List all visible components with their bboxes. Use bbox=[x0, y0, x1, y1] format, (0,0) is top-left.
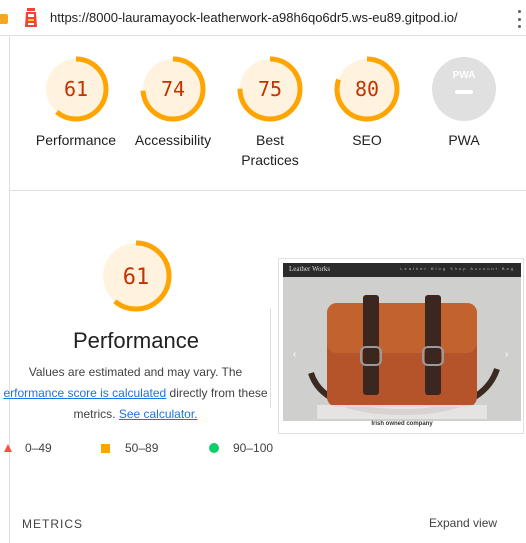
gauge-label: SEO bbox=[352, 132, 382, 148]
square-icon bbox=[101, 444, 110, 453]
pwa-badge-text: PWA bbox=[453, 70, 476, 81]
gauge-ring: 61 bbox=[43, 56, 109, 122]
svg-text:›: › bbox=[505, 349, 508, 360]
svg-text:‹: ‹ bbox=[293, 349, 296, 360]
desc-line1: Values are estimated and may vary. The bbox=[28, 365, 243, 379]
gauge-ring: 74 bbox=[140, 56, 206, 122]
legend-average-label: 50–89 bbox=[125, 441, 159, 455]
thumbnail-navbar: Leather Works Leather Blog Shop Account … bbox=[283, 263, 521, 277]
see-calculator-link[interactable]: See calculator. bbox=[119, 407, 198, 421]
gauge-label-line1: Best bbox=[255, 132, 284, 148]
expand-view-button[interactable]: Expand view bbox=[429, 516, 497, 530]
url-text[interactable]: https://8000-lauramayock-leatherwork-a98… bbox=[50, 10, 458, 25]
score-calculated-link[interactable]: erformance score is calculated bbox=[3, 386, 166, 400]
page-screenshot-thumbnail[interactable]: Leather Works Leather Blog Shop Account … bbox=[278, 258, 524, 434]
performance-description: Values are estimated and may vary. The e… bbox=[0, 362, 271, 425]
gauge-accessibility[interactable]: 74 Accessibility bbox=[128, 56, 218, 150]
gauge-label-line2: Practices bbox=[241, 152, 299, 168]
section-divider bbox=[10, 190, 526, 191]
gauge-score: 75 bbox=[258, 77, 282, 101]
metrics-heading: METRICS bbox=[22, 517, 83, 531]
gauge-seo[interactable]: 80 SEO bbox=[322, 56, 412, 150]
performance-title: Performance bbox=[73, 328, 199, 353]
thumbnail-brand: Leather Works bbox=[289, 265, 331, 273]
leather-bag-image: ‹ › bbox=[283, 277, 521, 421]
legend-fail-label: 0–49 bbox=[25, 441, 52, 455]
performance-score: 61 bbox=[123, 265, 150, 290]
legend-pass-label: 90–100 bbox=[233, 441, 274, 455]
gauge-score: 61 bbox=[64, 77, 88, 101]
thumbnail-caption: Irish owned company bbox=[371, 421, 433, 427]
thumbnail-nav-links: Leather Blog Shop Account Bag bbox=[400, 266, 515, 271]
bag-illustration: ‹ › bbox=[283, 277, 521, 421]
gauge-label: PWA bbox=[448, 132, 480, 148]
gauge-score: 74 bbox=[161, 77, 185, 101]
gauge-pwa[interactable]: PWA PWA bbox=[419, 56, 509, 150]
tab-sliver bbox=[0, 14, 8, 24]
gauge-ring: 80 bbox=[334, 56, 400, 122]
desc-line3: metrics. bbox=[73, 407, 119, 421]
performance-gauge-large: 61 bbox=[100, 240, 172, 312]
more-options-icon[interactable] bbox=[514, 10, 524, 28]
url-bar: https://8000-lauramayock-leatherwork-a98… bbox=[0, 0, 526, 36]
lighthouse-icon bbox=[25, 8, 37, 27]
gauge-label: Best Practices bbox=[225, 130, 315, 170]
gauge-best-practices[interactable]: 75 Best Practices bbox=[225, 56, 315, 170]
triangle-icon bbox=[4, 444, 12, 452]
circle-icon bbox=[209, 443, 219, 453]
gauge-label: Accessibility bbox=[134, 132, 212, 148]
gauge-ring: 75 bbox=[237, 56, 303, 122]
gauge-score: 80 bbox=[355, 77, 379, 101]
gauge-performance[interactable]: 61 Performance bbox=[31, 56, 121, 150]
gauge-label: Performance bbox=[35, 132, 117, 148]
left-divider bbox=[9, 36, 10, 543]
thumbnail-divider bbox=[270, 308, 271, 408]
pwa-badge: PWA bbox=[432, 57, 496, 121]
desc-line2: directly from these bbox=[166, 386, 268, 400]
